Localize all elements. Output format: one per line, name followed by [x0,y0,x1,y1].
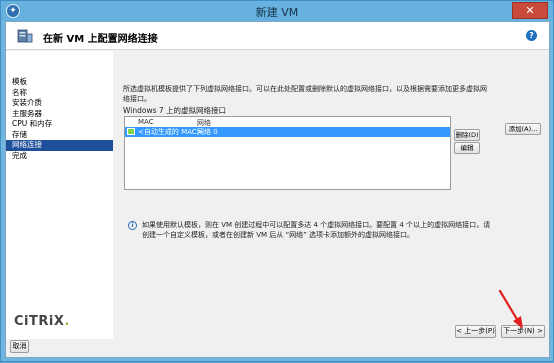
wizard-step-item[interactable]: CPU 和内存 [6,119,113,130]
wizard-header: 在新 VM 上配置网络连接 ? [6,22,549,50]
previous-button[interactable]: < 上一步(P) [455,325,496,338]
panel-description: 所选虚拟机模板提供了下列虚拟网络接口。可以在此处配置或删除默认的虚拟网络接口，以… [123,85,487,103]
vif-network-cell: 网络 0 [197,128,218,136]
new-vm-window: ✦ 新建 VM ✕ 在新 VM 上配置网络连接 ? 模板 名称 安装介质 主服务器 CP… [0,0,554,362]
page-title: 在新 VM 上配置网络连接 [43,34,158,45]
wizard-step-item[interactable]: 网络连接 [6,140,113,151]
help-icon[interactable]: ? [526,30,537,41]
wizard-step-item[interactable]: 安装介质 [6,98,113,109]
delete-button[interactable]: 删除(D) [454,129,480,141]
wizard-client-area: 在新 VM 上配置网络连接 ? 模板 名称 安装介质 主服务器 CPU 和内存 存储 网络连… [5,21,550,358]
wizard-footer: < 上一步(P) 下一步(N) > 取消 [6,320,549,358]
wizard-steps-sidebar: 模板 名称 安装介质 主服务器 CPU 和内存 存储 网络连接 完成 CiTRiX. [6,51,113,339]
network-interface-icon [127,128,135,135]
next-button[interactable]: 下一步(N) > [501,325,545,338]
wizard-step-item[interactable]: 主服务器 [6,109,113,120]
wizard-step-item[interactable]: 完成 [6,151,113,162]
info-icon: i [128,221,137,230]
vif-mac-cell: <自动生成的 MAC> [138,128,203,136]
vif-list-label: Windows 7 上的虚拟网络接口 [123,106,227,115]
close-button[interactable]: ✕ [512,2,548,19]
wizard-step-item[interactable]: 名称 [6,88,113,99]
vif-list[interactable]: MAC 网络 <自动生成的 MAC> 网络 0 [124,116,451,190]
wizard-step-item[interactable]: 模板 [6,77,113,88]
vm-wizard-icon [17,29,33,43]
network-config-panel: 所选虚拟机模板提供了下列虚拟网络接口。可以在此处配置或删除默认的虚拟网络接口，以… [113,51,549,339]
cancel-button[interactable]: 取消 [10,340,29,353]
column-header-mac[interactable]: MAC [138,118,154,126]
add-button[interactable]: 添加(A)... [505,123,541,135]
title-bar: ✦ 新建 VM ✕ [1,1,553,21]
edit-button[interactable]: 编辑 [454,142,480,154]
vif-list-header: MAC 网络 [125,117,450,127]
window-title: 新建 VM [255,6,299,19]
info-message: 如果使用默认模板，则在 VM 创建过程中可以配置多达 4 个虚拟网络接口。要配置… [142,221,491,239]
vif-list-row[interactable]: <自动生成的 MAC> 网络 0 [125,127,450,137]
wizard-step-item[interactable]: 存储 [6,130,113,141]
wizard-steps-list: 模板 名称 安装介质 主服务器 CPU 和内存 存储 网络连接 完成 [6,77,113,161]
